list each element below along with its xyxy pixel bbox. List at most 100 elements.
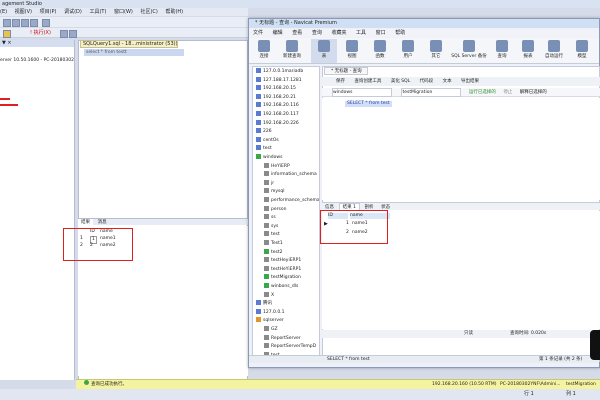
ssms-menu-item[interactable]: 项目(P) — [40, 9, 57, 15]
ribbon-model-button[interactable]: 模型 — [569, 39, 595, 63]
function-icon — [374, 40, 386, 52]
ssms-menu-item[interactable]: (E) — [0, 9, 7, 15]
tree-item[interactable]: 226 — [253, 128, 319, 135]
ribbon-report-button[interactable]: 报表 — [515, 39, 541, 63]
tree-item[interactable]: information_schema — [253, 171, 319, 178]
stop-button[interactable]: 停止 — [503, 90, 512, 95]
navicat-menu-item[interactable]: 工具 — [356, 30, 366, 36]
new-query-icon[interactable] — [42, 19, 50, 27]
tree-item[interactable]: mysql — [253, 188, 319, 195]
tree-item[interactable]: test2 — [253, 248, 319, 256]
tree-item-label: test — [271, 232, 280, 238]
tree-item[interactable]: 腾讯 — [253, 300, 319, 307]
export-result-button[interactable]: 导出结果 — [461, 79, 479, 84]
navicat-menu-item[interactable]: 文件 — [253, 30, 263, 36]
navicat-ribbon: 连接 新建查询 表 视图 函数 用户 其它 SQL Server 备份 查询 报… — [249, 38, 599, 64]
ribbon-query-button[interactable]: 查询 — [489, 39, 515, 63]
tree-item[interactable]: 127.188.17.1281 — [253, 76, 319, 84]
text-button[interactable]: 文本 — [443, 79, 452, 84]
tree-item[interactable]: 192.168.20.116 — [253, 102, 319, 109]
execute-button[interactable]: ! 执行(X) — [30, 29, 51, 36]
ssms-menu-item[interactable]: 工具(T) — [89, 9, 106, 15]
ribbon-label: 用户 — [403, 54, 413, 59]
navicat-menu-item[interactable]: 窗口 — [376, 30, 386, 36]
tree-item[interactable]: ReportServerTempD — [253, 343, 319, 350]
tree-item[interactable]: 127.0.0.1 — [253, 308, 319, 316]
tree-item[interactable]: sqlserver — [253, 317, 319, 324]
tree-item[interactable]: Test1 — [253, 240, 319, 247]
tree-item[interactable]: 192.168.20.226 — [253, 119, 319, 127]
ribbon-label: 函数 — [375, 54, 385, 59]
run-selected-button[interactable]: 运行已选择的 — [469, 90, 496, 95]
database-icon[interactable] — [3, 30, 11, 38]
tree-item[interactable]: windows — [253, 154, 319, 161]
tree-item[interactable]: 192.168.20.15 — [253, 85, 319, 92]
navicat-menu-item[interactable]: 帮助 — [395, 30, 405, 36]
tree-item[interactable]: test — [253, 145, 319, 152]
connection-select[interactable]: windows — [332, 88, 392, 97]
tree-item[interactable]: 192.168.20.117 — [253, 111, 319, 118]
navicat-menu-item[interactable]: 查看 — [292, 30, 302, 36]
ribbon-view-button[interactable]: 视图 — [339, 39, 365, 63]
tree-item[interactable]: HeYiERP — [253, 162, 319, 170]
ssms-menu-item[interactable]: 窗口(W) — [114, 9, 133, 15]
tab-results[interactable]: 结果 — [78, 219, 93, 226]
query-text[interactable]: select * from testt — [84, 49, 184, 56]
sql-editor[interactable] — [322, 98, 600, 200]
beautify-sql-button[interactable]: 美化 SQL — [391, 79, 410, 84]
tree-item[interactable]: sys — [253, 222, 319, 230]
ribbon-schedule-button[interactable]: 自动运行 — [541, 39, 567, 63]
code-snippet-button[interactable]: 代码段 — [420, 79, 434, 84]
editor-tab[interactable]: * 无标题 - 查询 — [324, 67, 368, 75]
stop-icon[interactable] — [69, 30, 77, 38]
query-tab[interactable]: SQLQuery1.sql - 18...ministrator (53))* — [80, 40, 178, 48]
navicat-menu-item[interactable]: 收藏夹 — [331, 30, 346, 36]
debug-icon[interactable] — [60, 30, 68, 38]
new-file-icon[interactable] — [3, 19, 11, 27]
annotation-box — [63, 228, 133, 261]
open-icon[interactable] — [12, 19, 20, 27]
tree-item[interactable]: testHeyiERP1 — [253, 257, 319, 264]
tree-item[interactable]: GZ — [253, 326, 319, 333]
tree-item[interactable]: 192.168.20.21 — [253, 93, 319, 101]
ssms-menu-item[interactable]: 社区(C) — [140, 9, 157, 15]
tree-item[interactable]: ss — [253, 214, 319, 221]
tree-item[interactable]: ReportServer — [253, 334, 319, 342]
ssms-menu-item[interactable]: 视图(V) — [15, 9, 32, 15]
save-icon[interactable] — [21, 19, 29, 27]
ribbon-user-button[interactable]: 用户 — [395, 39, 421, 63]
ssms-menu-item[interactable]: 帮助(H) — [165, 9, 183, 15]
ribbon-connect-button[interactable]: 连接 — [251, 39, 277, 63]
tab-messages[interactable]: 消息 — [95, 219, 110, 226]
tree-item[interactable]: testHeYiERP1 — [253, 265, 319, 273]
explain-button[interactable]: 解释已选择的 — [520, 90, 547, 95]
tree-item[interactable]: performance_schema — [253, 197, 319, 204]
ribbon-label: 连接 — [259, 54, 269, 59]
tree-item[interactable]: person — [253, 205, 319, 213]
save-all-icon[interactable] — [30, 19, 38, 27]
save-button[interactable]: 保存 — [336, 79, 345, 84]
ribbon-other-button[interactable]: 其它 — [423, 39, 449, 63]
sql-text[interactable]: SELECT * from test — [345, 101, 392, 107]
tree-item[interactable]: 127.0.0.1mariadb — [253, 68, 319, 75]
tree-item[interactable]: X — [253, 291, 319, 299]
tree-item[interactable]: test — [253, 231, 319, 238]
ssms-menu-item[interactable]: 调试(D) — [64, 9, 82, 15]
ribbon-backup-button[interactable]: SQL Server 备份 — [451, 39, 487, 63]
ribbon-table-button[interactable]: 表 — [311, 39, 337, 63]
tree-item[interactable]: winbons_dls — [253, 283, 319, 290]
ssms-menu-bar: (E) 视图(V) 项目(P) 调试(D) 工具(T) 窗口(W) 社区(C) … — [0, 8, 248, 16]
navicat-menu-item[interactable]: 编辑 — [273, 30, 283, 36]
ribbon-new-query-button[interactable]: 新建查询 — [279, 39, 305, 63]
server-node[interactable]: erver 10.50.1600 - PC-20180302 — [0, 58, 74, 63]
tree-item-label: Test1 — [271, 241, 283, 246]
tree-item-label: test2 — [271, 249, 283, 255]
ribbon-function-button[interactable]: 函数 — [367, 39, 393, 63]
database-icon — [264, 222, 269, 228]
tree-item[interactable]: testMigration — [253, 274, 319, 281]
query-builder-button[interactable]: 查询创建工具 — [354, 79, 381, 84]
database-select[interactable]: testMigration — [401, 88, 462, 97]
navicat-menu-item[interactable]: 查询 — [312, 30, 322, 36]
tree-item[interactable]: jr — [253, 179, 319, 187]
tree-item[interactable]: centOs — [253, 136, 319, 144]
